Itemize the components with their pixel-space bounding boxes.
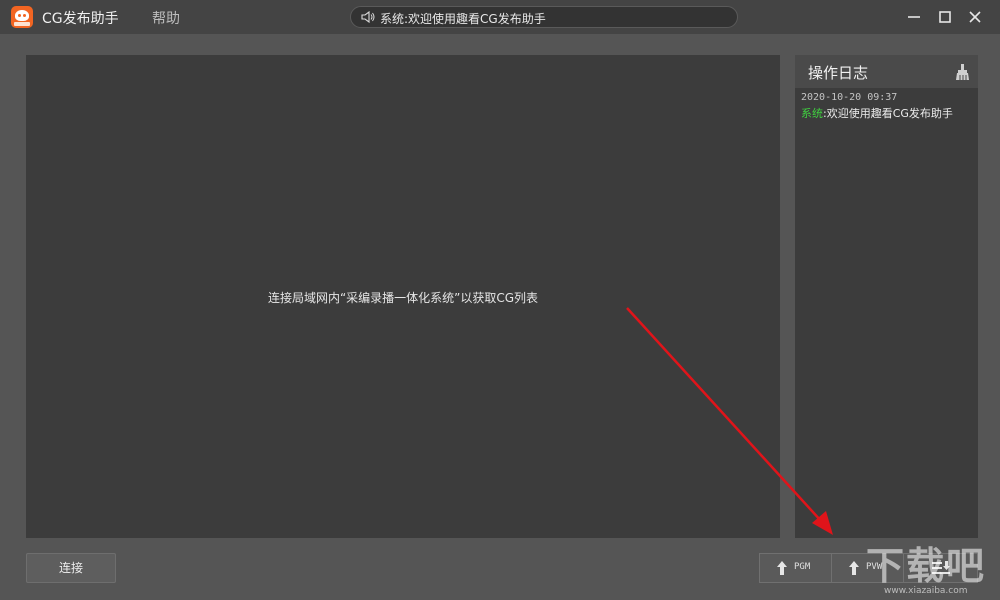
cg-app-logo-icon <box>11 6 33 28</box>
watermark-text: 下载吧 <box>866 544 987 588</box>
maximize-icon[interactable] <box>936 8 954 26</box>
log-entry-line: 系统:欢迎使用趣看CG发布助手 <box>801 105 973 122</box>
operation-log-panel: 操作日志 2020-10-20 09:37 系统:欢迎使用趣看CG发布助手 <box>795 55 978 538</box>
log-entry-message: :欢迎使用趣看CG发布助手 <box>823 107 953 120</box>
connect-button[interactable]: 连接 <box>26 553 116 583</box>
title-bar: CG发布助手 帮助 系统:欢迎使用趣看CG发布助手 <box>0 0 1000 34</box>
watermark-url: www.xiazaiba.com <box>884 586 968 596</box>
log-entry: 2020-10-20 09:37 系统:欢迎使用趣看CG发布助手 <box>801 91 973 122</box>
log-title: 操作日志 <box>808 64 869 82</box>
system-notice-bar: 系统:欢迎使用趣看CG发布助手 <box>350 6 738 28</box>
pgm-label: PGM <box>794 562 811 572</box>
cg-preview-area: 连接局域网内“采编录播一体化系统”以获取CG列表 <box>26 55 780 538</box>
app-title: CG发布助手 <box>42 11 119 27</box>
arrow-up-icon <box>849 561 859 575</box>
log-entry-time: 2020-10-20 09:37 <box>801 92 898 103</box>
system-notice-text: 系统:欢迎使用趣看CG发布助手 <box>380 12 546 26</box>
broom-icon[interactable] <box>955 64 970 80</box>
log-header: 操作日志 <box>795 55 978 88</box>
close-icon[interactable] <box>966 8 984 26</box>
arrow-up-icon <box>777 561 787 575</box>
publish-pgm-button[interactable]: PGM <box>760 554 832 582</box>
menu-help[interactable]: 帮助 <box>152 8 180 28</box>
preview-hint-message: 连接局域网内“采编录播一体化系统”以获取CG列表 <box>267 291 539 305</box>
speaker-icon <box>361 11 375 23</box>
log-entry-source: 系统 <box>801 107 823 120</box>
minimize-icon[interactable] <box>905 8 923 26</box>
watermark-logo: 下载吧 www.xiazaiba.com <box>862 544 996 598</box>
